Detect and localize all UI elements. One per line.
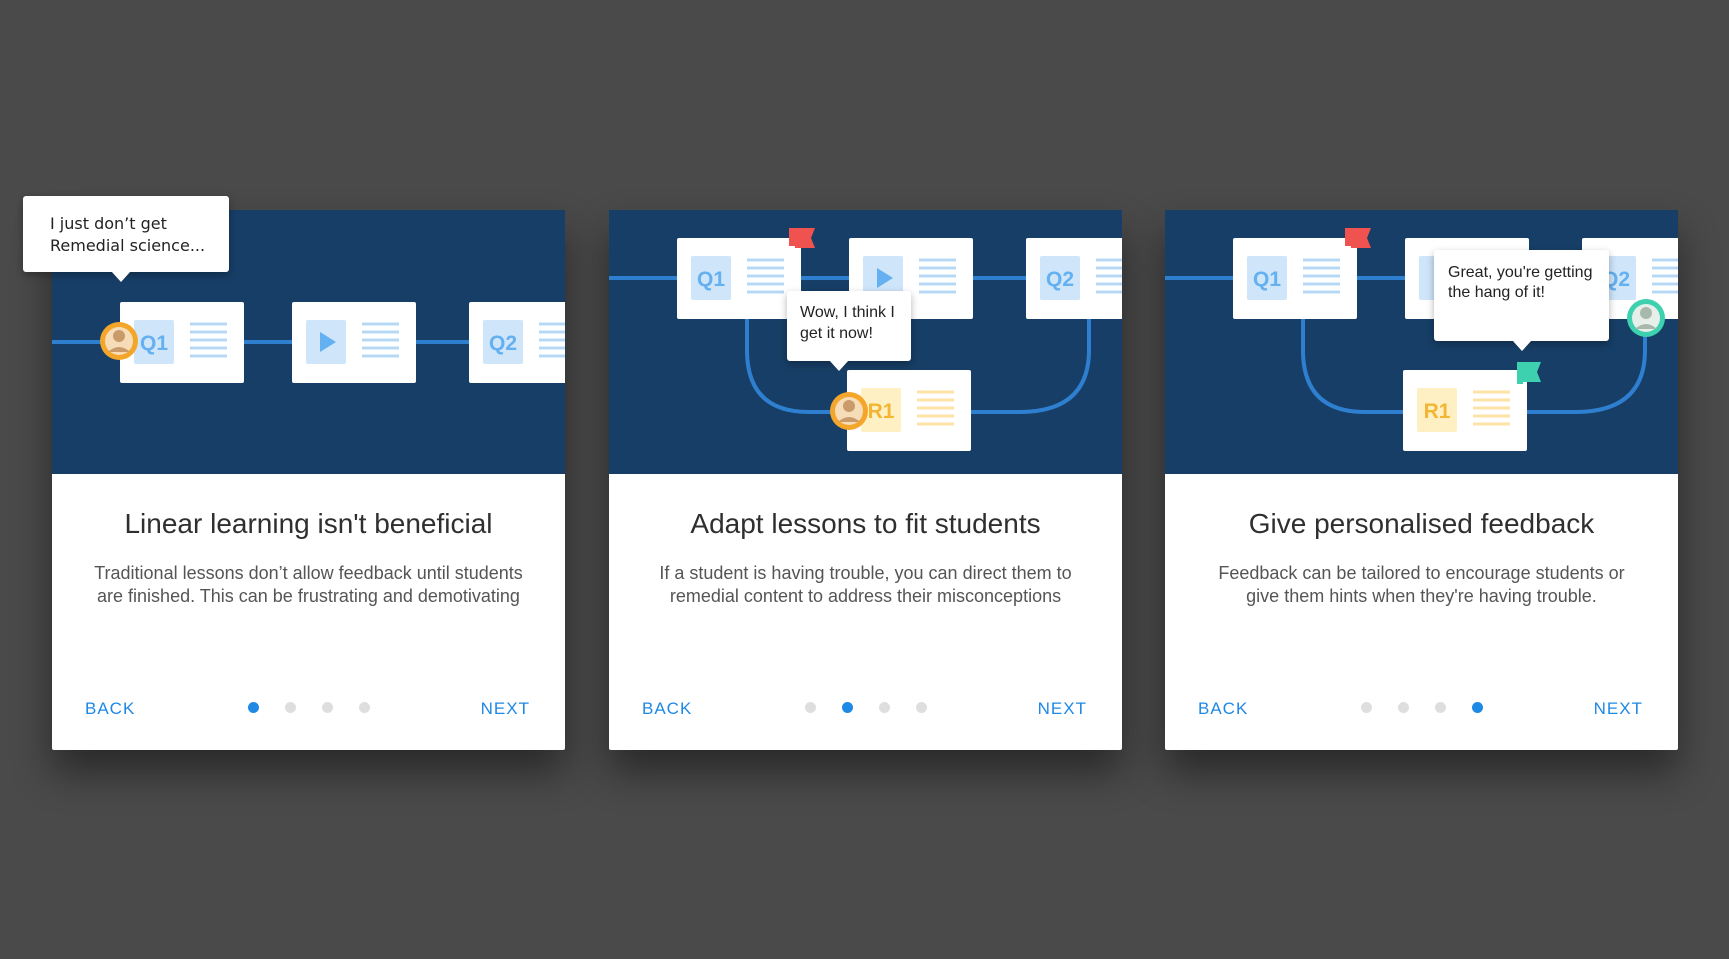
student-avatar — [830, 392, 868, 430]
back-button[interactable]: BACK — [1198, 699, 1248, 719]
card-title: Linear learning isn't beneficial — [124, 508, 493, 539]
step-dot-4[interactable] — [359, 702, 370, 713]
svg-text:Q2: Q2 — [1046, 268, 1074, 291]
speech-text: I just don’t get Remedial science... — [50, 214, 206, 255]
step-dot-1[interactable] — [248, 702, 259, 713]
step-dot-4[interactable] — [916, 702, 927, 713]
teacher-speech-bubble: Great, you're getting the hang of it! — [1434, 250, 1609, 351]
step-dot-3[interactable] — [879, 702, 890, 713]
svg-text:Q1: Q1 — [140, 332, 168, 355]
svg-text:Q2: Q2 — [489, 332, 517, 355]
quiz-node-q1: Q1 — [120, 302, 244, 383]
next-button[interactable]: NEXT — [481, 699, 530, 719]
step-dot-2[interactable] — [842, 702, 853, 713]
speech-text: Wow, I think I get it now! — [800, 304, 895, 342]
step-dot-2[interactable] — [1398, 702, 1409, 713]
card-title: Adapt lessons to fit students — [690, 508, 1041, 539]
step-dot-1[interactable] — [1361, 702, 1372, 713]
step-dot-4[interactable] — [1472, 702, 1483, 713]
teacher-avatar — [1627, 299, 1665, 337]
student-avatar — [100, 322, 138, 360]
quiz-node-q2: Q2 — [469, 302, 565, 383]
step-indicator — [1361, 702, 1483, 713]
video-node — [292, 302, 416, 383]
quiz-node-q2: Q2 — [1026, 238, 1122, 319]
step-indicator — [805, 702, 927, 713]
card-description: Feedback can be tailored to encourage st… — [1218, 563, 1625, 606]
flag-red-icon — [1345, 228, 1371, 248]
back-button[interactable]: BACK — [642, 699, 692, 719]
step-dot-3[interactable] — [1435, 702, 1446, 713]
student-speech-bubble: Wow, I think I get it now! — [787, 291, 911, 371]
step-dot-3[interactable] — [322, 702, 333, 713]
flag-teal-icon — [1517, 362, 1541, 384]
student-speech-bubble: I just don’t get Remedial science... — [23, 196, 229, 282]
quiz-node-q1: Q1 — [677, 238, 801, 319]
onboarding-card-1: Q1 Q2 Linear learning isn't beneficial T… — [52, 210, 565, 750]
next-button[interactable]: NEXT — [1594, 699, 1643, 719]
step-indicator — [248, 702, 370, 713]
quiz-node-q1: Q1 — [1233, 238, 1357, 319]
svg-text:Q1: Q1 — [1253, 268, 1281, 291]
remedial-node-r1: R1 — [1403, 370, 1527, 451]
svg-text:R1: R1 — [1424, 400, 1451, 423]
card-description: Traditional lessons don’t allow feedback… — [94, 563, 523, 606]
back-button[interactable]: BACK — [85, 699, 135, 719]
svg-text:Q1: Q1 — [697, 268, 725, 291]
card-title: Give personalised feedback — [1248, 508, 1595, 539]
step-dot-1[interactable] — [805, 702, 816, 713]
flag-red-icon — [789, 228, 815, 248]
next-button[interactable]: NEXT — [1038, 699, 1087, 719]
card-description: If a student is having trouble, you can … — [659, 563, 1072, 606]
bubble-tail — [1512, 340, 1532, 351]
svg-text:R1: R1 — [868, 400, 895, 423]
step-dot-2[interactable] — [285, 702, 296, 713]
speech-text: Great, you're getting the hang of it! — [1448, 264, 1593, 301]
bubble-tail — [111, 271, 131, 282]
bubble-tail — [829, 360, 849, 371]
